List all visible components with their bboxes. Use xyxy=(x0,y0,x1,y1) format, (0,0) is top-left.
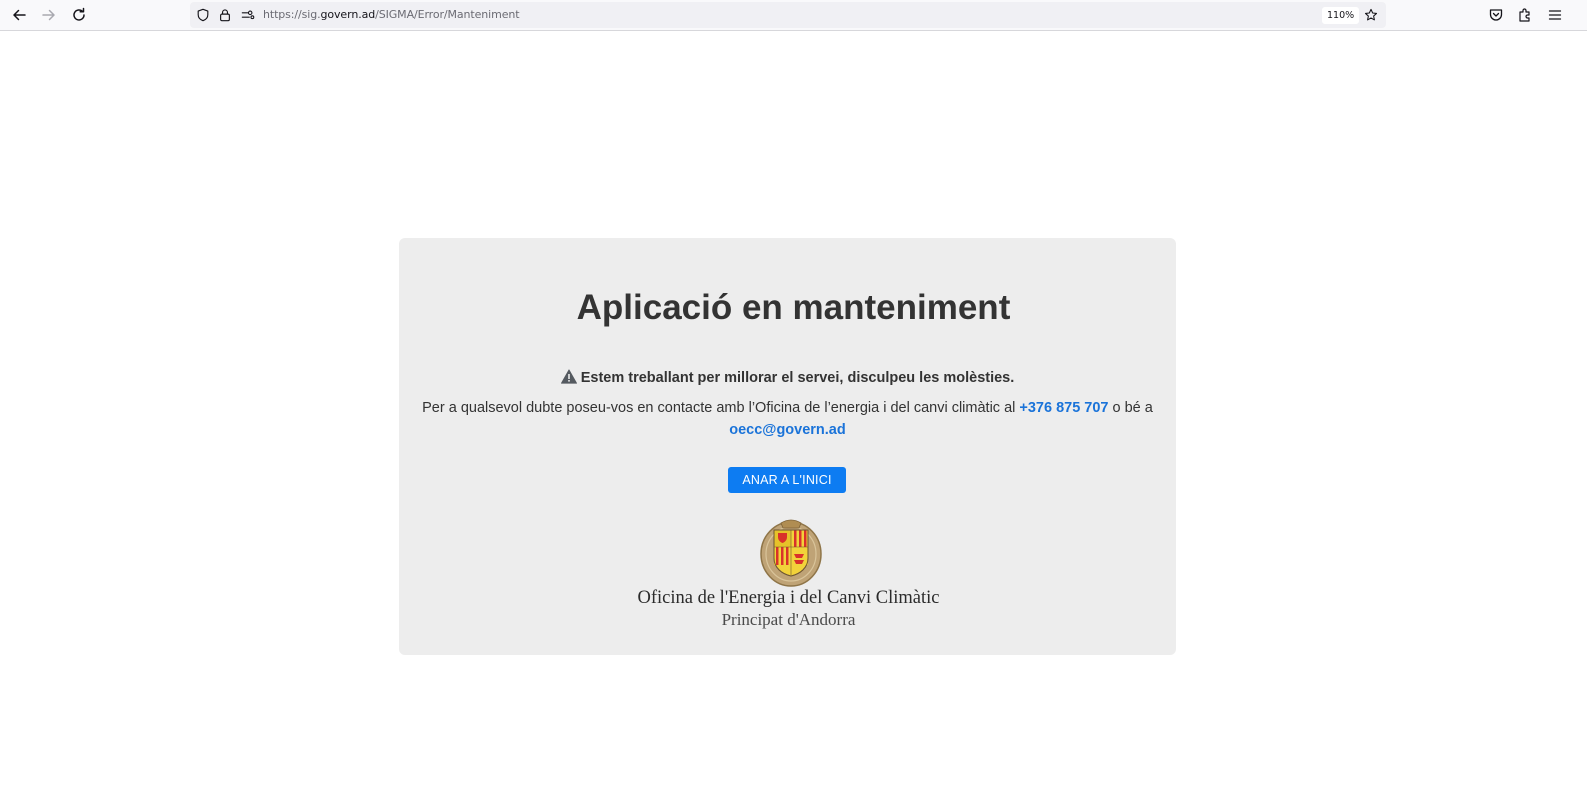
extensions-button[interactable] xyxy=(1513,4,1537,26)
extensions-puzzle-icon xyxy=(1519,8,1530,22)
browser-toolbar: https://sig.govern.ad/SIGMA/Error/Manten… xyxy=(0,0,1587,31)
url-host: govern.ad xyxy=(320,8,376,21)
address-bar[interactable]: https://sig.govern.ad/SIGMA/Error/Manten… xyxy=(190,2,1386,28)
go-home-button[interactable]: ANAR A L'INICI xyxy=(728,467,846,493)
warning-triangle-icon xyxy=(560,369,577,384)
pocket-button[interactable] xyxy=(1484,4,1508,26)
url-prefix: https://sig. xyxy=(263,8,321,21)
reload-icon xyxy=(73,7,85,21)
hamburger-menu-icon xyxy=(1548,10,1562,20)
warning-text: Estem treballant per millorar el servei,… xyxy=(580,370,1015,386)
organization-subtitle: Principat d'Andorra xyxy=(721,610,856,629)
contact-text-middle: o bé a xyxy=(1108,400,1153,416)
contact-text-start: Per a qualsevol dubte poseu-vos en conta… xyxy=(422,400,1020,416)
url-path: /SIGMA/Error/Manteniment xyxy=(375,8,520,21)
page-title: Aplicació en manteniment xyxy=(576,288,1011,327)
phone-link[interactable]: +376 875 707 xyxy=(1019,400,1108,416)
warning-message: Estem treballant per millorar el servei,… xyxy=(0,369,1575,386)
email-link[interactable]: oecc@govern.ad xyxy=(729,422,845,438)
back-button[interactable] xyxy=(7,4,31,26)
contact-message: Per a qualsevol dubte poseu-vos en conta… xyxy=(420,397,1155,441)
pocket-icon xyxy=(1489,9,1503,21)
reload-button[interactable] xyxy=(67,4,91,26)
organization-name: Oficina de l'Energia i del Canvi Climàti… xyxy=(637,588,940,608)
bookmark-star-icon[interactable] xyxy=(1363,7,1379,23)
andorra-coat-of-arms-logo xyxy=(760,519,822,587)
back-arrow-icon xyxy=(13,9,26,21)
app-menu-button[interactable] xyxy=(1543,4,1567,26)
site-permissions-icon[interactable] xyxy=(240,7,256,23)
zoom-level-badge[interactable]: 110% xyxy=(1322,7,1360,24)
tracking-protection-shield-icon[interactable] xyxy=(195,7,211,23)
url-text[interactable]: https://sig.govern.ad/SIGMA/Error/Manten… xyxy=(263,8,520,21)
lock-icon[interactable] xyxy=(217,7,233,23)
forward-arrow-icon xyxy=(42,9,55,21)
forward-button[interactable] xyxy=(37,4,61,26)
